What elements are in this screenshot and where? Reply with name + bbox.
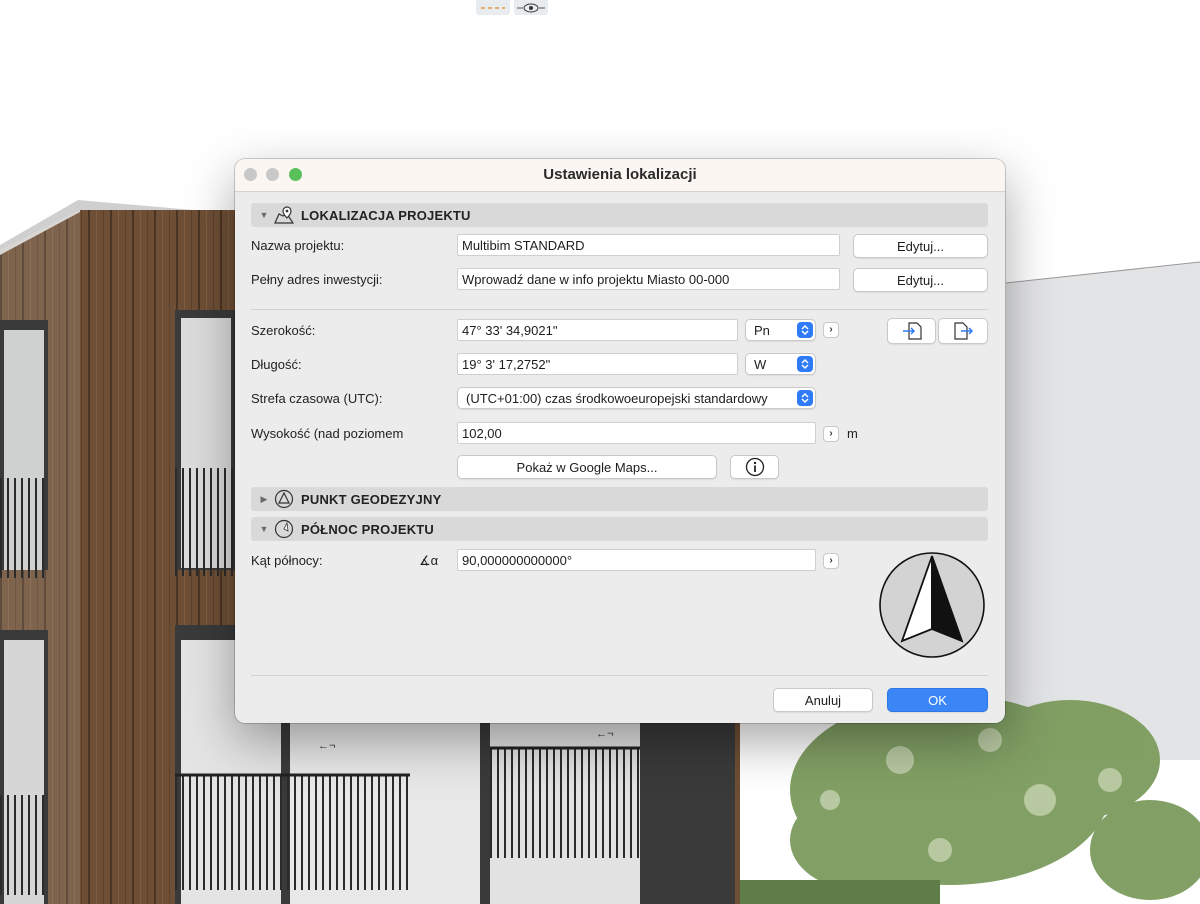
longitude-field[interactable]: 19° 3' 17,2752" <box>457 353 738 375</box>
selected-value: W <box>754 357 767 372</box>
chevron-right-icon[interactable]: › <box>823 322 839 338</box>
address-label: Pełny adres inwestycji: <box>251 272 383 287</box>
import-file-icon <box>902 322 922 340</box>
elevation-unit: m <box>847 426 858 441</box>
north-angle-label: Kąt północy: <box>251 553 323 568</box>
disclosure-collapsed-icon[interactable]: ▶ <box>255 494 273 505</box>
section-project-north[interactable]: ▼ PÓŁNOC PROJEKTU <box>251 517 988 541</box>
import-location-button[interactable] <box>887 318 936 344</box>
north-arrow-compass[interactable] <box>878 551 986 659</box>
timezone-label: Strefa czasowa (UTC): <box>251 391 383 406</box>
disclosure-expanded-icon[interactable]: ▼ <box>255 524 273 534</box>
edit-address-button[interactable]: Edytuj... <box>853 268 988 292</box>
info-button[interactable] <box>730 455 779 479</box>
export-location-button[interactable] <box>938 318 988 344</box>
map-pin-icon <box>273 205 295 225</box>
project-name-label: Nazwa projektu: <box>251 238 345 253</box>
latitude-label: Szerokość: <box>251 323 316 338</box>
divider <box>251 309 988 310</box>
annotation-marker: ←¬ <box>596 728 614 740</box>
dialog-title: Ustawienia lokalizacji <box>543 166 697 183</box>
location-settings-dialog: Ustawienia lokalizacji ▼ LOKALIZACJA PRO… <box>235 159 1005 723</box>
up-down-arrows-icon <box>797 390 813 406</box>
north-arrow-icon <box>879 552 985 658</box>
selected-value: (UTC+01:00) czas środkowoeuropejski stan… <box>466 391 768 406</box>
cancel-button[interactable]: Anuluj <box>773 688 873 712</box>
section-title: PUNKT GEODEZYJNY <box>301 491 442 507</box>
triangle-point-icon <box>273 489 295 509</box>
edit-project-name-button[interactable]: Edytuj... <box>853 234 988 258</box>
project-name-field[interactable]: Multibim STANDARD <box>457 234 840 256</box>
elevation-label: Wysokość (nad poziomem <box>251 426 404 441</box>
compass-icon <box>273 519 295 539</box>
chevron-right-icon[interactable]: › <box>823 553 839 569</box>
selected-value: Pn <box>754 323 770 338</box>
elevation-field[interactable]: 102,00 <box>457 422 816 444</box>
disclosure-expanded-icon[interactable]: ▼ <box>255 210 273 220</box>
divider <box>251 675 988 676</box>
longitude-label: Długość: <box>251 357 302 372</box>
latitude-field[interactable]: 47° 33' 34,9021" <box>457 319 738 341</box>
section-geodetic-point[interactable]: ▶ PUNKT GEODEZYJNY <box>251 487 988 511</box>
longitude-direction-select[interactable]: W <box>745 353 816 375</box>
export-file-icon <box>954 322 974 340</box>
title-bar[interactable]: Ustawienia lokalizacji <box>235 159 1005 192</box>
section-title: LOKALIZACJA PROJEKTU <box>301 207 471 223</box>
timezone-select[interactable]: (UTC+01:00) czas środkowoeuropejski stan… <box>457 387 816 409</box>
show-in-google-maps-button[interactable]: Pokaż w Google Maps... <box>457 455 717 479</box>
info-icon <box>745 457 764 477</box>
up-down-arrows-icon <box>797 356 813 372</box>
up-down-arrows-icon <box>797 322 813 338</box>
chevron-right-icon[interactable]: › <box>823 426 839 442</box>
angle-symbol-icon: ∡α <box>419 553 439 568</box>
ok-button[interactable]: OK <box>887 688 988 712</box>
address-field[interactable]: Wprowadź dane w info projektu Miasto 00-… <box>457 268 840 290</box>
annotation-marker: ←¬ <box>318 740 336 752</box>
section-title: PÓŁNOC PROJEKTU <box>301 521 435 537</box>
north-angle-field[interactable]: 90,000000000000° <box>457 549 816 571</box>
latitude-direction-select[interactable]: Pn <box>745 319 816 341</box>
section-project-location[interactable]: ▼ LOKALIZACJA PROJEKTU <box>251 203 988 227</box>
